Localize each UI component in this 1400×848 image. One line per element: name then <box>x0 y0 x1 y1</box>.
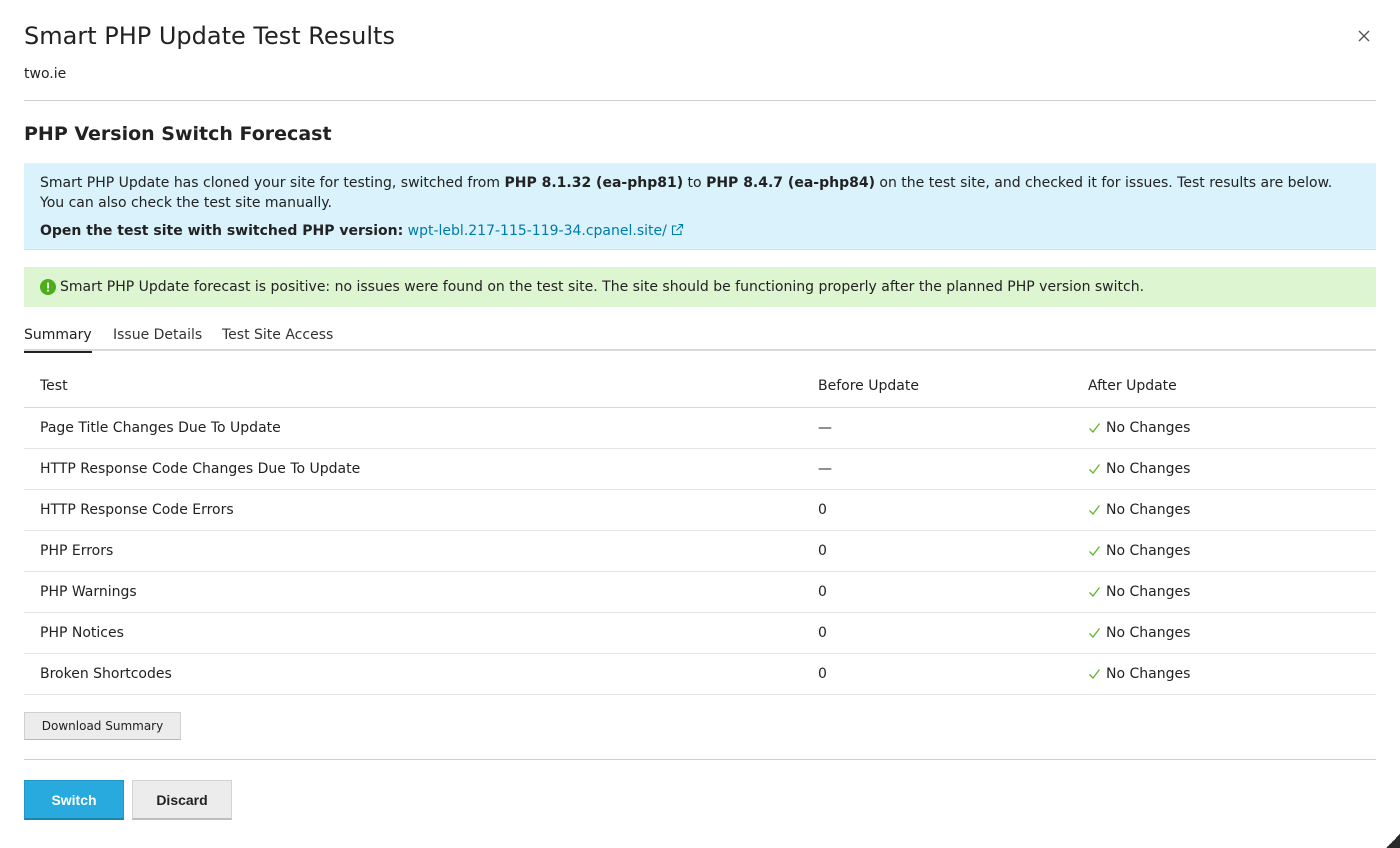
column-header-after-update: After Update <box>1088 378 1177 394</box>
info-message: Smart PHP Update has cloned your site fo… <box>24 163 1376 250</box>
table-header-row: Test Before Update After Update <box>24 366 1376 408</box>
checkmark-icon <box>1089 669 1101 679</box>
before-value: 0 <box>818 625 827 641</box>
close-button[interactable] <box>1352 24 1376 48</box>
window-corner <box>1386 834 1400 848</box>
summary-table: Test Before Update After Update Page Tit… <box>24 366 1376 695</box>
after-value: No Changes <box>1088 459 1190 479</box>
after-value: No Changes <box>1088 541 1190 561</box>
download-summary-button[interactable]: Download Summary <box>24 712 181 740</box>
exclamation-circle-icon <box>40 279 56 295</box>
discard-button[interactable]: Discard <box>132 780 232 820</box>
after-value: No Changes <box>1088 623 1190 643</box>
test-name: Page Title Changes Due To Update <box>40 420 281 436</box>
before-value: — <box>818 420 832 436</box>
success-text: Smart PHP Update forecast is positive: n… <box>60 279 1145 295</box>
after-value: No Changes <box>1088 582 1190 602</box>
test-site-link[interactable]: wpt-lebl.217-115-119-34.cpanel.site/ <box>408 223 684 239</box>
domain-name: two.ie <box>24 66 67 82</box>
from-version: PHP 8.1.32 (ea-php81) <box>504 175 684 191</box>
to-version: PHP 8.4.7 (ea-php84) <box>706 175 875 191</box>
test-site-line: Open the test site with switched PHP ver… <box>40 221 1360 241</box>
table-row: HTTP Response Code Errors 0 No Changes <box>24 490 1376 531</box>
checkmark-icon <box>1089 464 1101 474</box>
tab-issue-details[interactable]: Issue Details <box>113 325 202 351</box>
column-header-test: Test <box>40 378 68 394</box>
results-tabs: Summary Issue Details Test Site Access <box>24 325 1376 353</box>
close-icon <box>1358 30 1370 42</box>
column-header-before-update: Before Update <box>818 378 919 394</box>
after-value: No Changes <box>1088 664 1190 684</box>
table-row: PHP Notices 0 No Changes <box>24 613 1376 654</box>
checkmark-icon <box>1089 628 1101 638</box>
after-value: No Changes <box>1088 418 1190 438</box>
table-row: Page Title Changes Due To Update — No Ch… <box>24 408 1376 449</box>
table-row: Broken Shortcodes 0 No Changes <box>24 654 1376 695</box>
tab-test-site-access[interactable]: Test Site Access <box>222 325 333 351</box>
tab-summary[interactable]: Summary <box>24 325 92 353</box>
checkmark-icon <box>1089 423 1101 433</box>
test-name: Broken Shortcodes <box>40 666 172 682</box>
open-test-site-label: Open the test site with switched PHP ver… <box>40 223 404 239</box>
table-row: HTTP Response Code Changes Due To Update… <box>24 449 1376 490</box>
dialog-title: Smart PHP Update Test Results <box>24 22 395 50</box>
before-value: 0 <box>818 543 827 559</box>
table-row: PHP Errors 0 No Changes <box>24 531 1376 572</box>
before-value: — <box>818 461 832 477</box>
forecast-heading: PHP Version Switch Forecast <box>24 123 332 145</box>
after-value: No Changes <box>1088 500 1190 520</box>
forecast-success-message: Smart PHP Update forecast is positive: n… <box>24 267 1376 307</box>
info-text: Smart PHP Update has cloned your site fo… <box>40 175 1333 211</box>
switch-button[interactable]: Switch <box>24 780 124 820</box>
test-name: HTTP Response Code Errors <box>40 502 234 518</box>
test-name: PHP Notices <box>40 625 124 641</box>
before-value: 0 <box>818 502 827 518</box>
footer-divider <box>24 759 1376 760</box>
test-name: HTTP Response Code Changes Due To Update <box>40 461 361 477</box>
smart-php-update-dialog: Smart PHP Update Test Results two.ie PHP… <box>0 0 1400 848</box>
table-row: PHP Warnings 0 No Changes <box>24 572 1376 613</box>
checkmark-icon <box>1089 546 1101 556</box>
external-link-icon <box>671 223 683 236</box>
before-value: 0 <box>818 666 827 682</box>
test-name: PHP Warnings <box>40 584 137 600</box>
checkmark-icon <box>1089 587 1101 597</box>
checkmark-icon <box>1089 505 1101 515</box>
test-name: PHP Errors <box>40 543 114 559</box>
before-value: 0 <box>818 584 827 600</box>
header-divider <box>24 100 1376 101</box>
